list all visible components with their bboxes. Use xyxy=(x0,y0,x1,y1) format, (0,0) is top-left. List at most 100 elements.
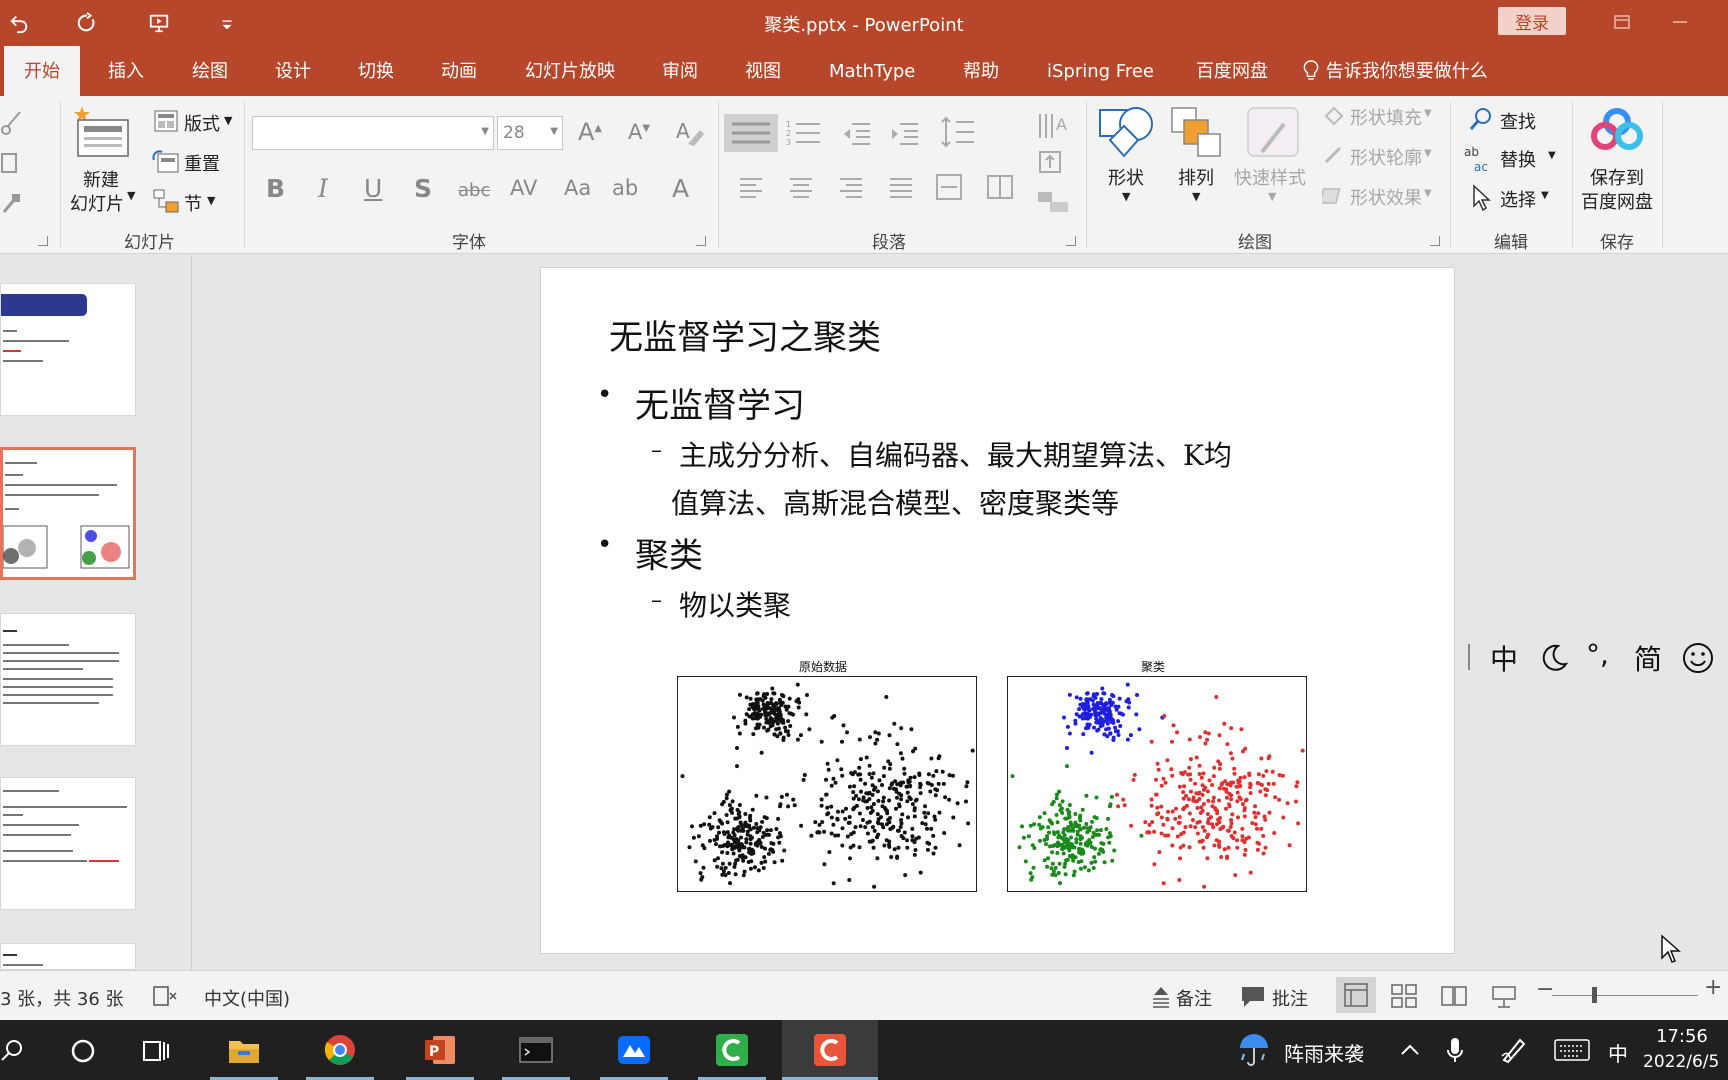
section-icon[interactable] xyxy=(152,188,180,214)
line-spacing-icon[interactable] xyxy=(940,116,976,148)
format-painter-icon[interactable] xyxy=(0,190,22,216)
zoom-in-button[interactable]: + xyxy=(1704,975,1722,1000)
tab-view[interactable]: 视图 xyxy=(745,46,781,96)
touch-keyboard-icon[interactable] xyxy=(1554,1038,1590,1062)
save-to-baidu-label[interactable]: 保存到 xyxy=(1590,164,1644,190)
new-slide-label[interactable]: 新建 xyxy=(83,166,119,192)
tell-me-box[interactable]: 告诉我你想要做什么 xyxy=(1302,46,1488,96)
search-icon[interactable] xyxy=(0,1038,26,1064)
bullet-unsupervised-learning[interactable]: 无监督学习 xyxy=(635,378,805,427)
taskbar-camtasia-recorder[interactable] xyxy=(782,1020,878,1080)
scatter-plot-raw-data[interactable] xyxy=(677,676,977,892)
zoom-out-button[interactable]: − xyxy=(1536,977,1554,1002)
login-button[interactable]: 登录 xyxy=(1498,7,1566,35)
tab-help[interactable]: 帮助 xyxy=(963,46,999,96)
chevron-down-icon[interactable]: ▼ xyxy=(550,126,558,137)
cortana-icon[interactable] xyxy=(70,1038,96,1064)
quick-styles-dropdown-icon[interactable]: ▼ xyxy=(1268,190,1276,203)
numbering-icon[interactable]: 123 xyxy=(786,118,826,148)
accessibility-check-icon[interactable] xyxy=(152,985,178,1007)
clock-time[interactable]: 17:56 xyxy=(1656,1026,1708,1047)
cut-icon[interactable] xyxy=(0,110,22,136)
shape-fill-button[interactable]: 形状填充 xyxy=(1350,104,1422,130)
sub-bullet-methods-line2[interactable]: 值算法、高斯混合模型、密度聚类等 xyxy=(671,482,1119,522)
select-dropdown-icon[interactable]: ▼ xyxy=(1541,190,1549,201)
clear-formatting-icon[interactable]: A xyxy=(672,116,704,148)
slide-thumbnail[interactable] xyxy=(0,613,136,746)
layout-icon[interactable] xyxy=(154,110,178,132)
cursor-select-icon[interactable] xyxy=(1470,184,1492,212)
taskbar-camtasia-green[interactable] xyxy=(692,1020,772,1080)
baidu-netdisk-icon[interactable] xyxy=(1590,106,1644,152)
distributed-icon[interactable] xyxy=(934,172,964,202)
umbrella-weather-icon[interactable] xyxy=(1236,1032,1272,1068)
clipboard-launcher-icon[interactable] xyxy=(38,236,48,246)
slideshow-view-icon[interactable] xyxy=(1490,983,1518,1009)
align-text-icon[interactable] xyxy=(1036,148,1072,176)
shape-effects-icon[interactable] xyxy=(1322,184,1346,206)
find-button[interactable]: 查找 xyxy=(1500,108,1536,134)
align-center-icon[interactable] xyxy=(788,176,814,198)
chevron-down-icon[interactable]: ▼ xyxy=(481,126,489,137)
font-name-combobox[interactable]: ▼ xyxy=(252,116,494,150)
increase-indent-icon[interactable] xyxy=(890,120,920,146)
slide-thumbnail[interactable] xyxy=(0,283,136,416)
align-left-icon[interactable] xyxy=(738,176,764,198)
ime-lang-toggle[interactable]: 中 xyxy=(1490,638,1518,678)
reset-icon[interactable] xyxy=(152,150,180,174)
strikethrough-icon[interactable]: abc xyxy=(458,180,490,201)
taskbar-chrome[interactable] xyxy=(300,1020,380,1080)
ime-punctuation-toggle[interactable]: °, xyxy=(1586,638,1609,671)
comments-button[interactable]: 批注 xyxy=(1272,985,1308,1011)
align-right-icon[interactable] xyxy=(838,176,864,198)
emoji-icon[interactable] xyxy=(1680,640,1716,676)
highlight-icon[interactable]: ab xyxy=(612,176,638,200)
italic-icon[interactable]: I xyxy=(318,174,328,203)
microphone-icon[interactable] xyxy=(1446,1036,1464,1064)
language-indicator[interactable]: 中文(中国) xyxy=(204,985,290,1011)
tab-insert[interactable]: 插入 xyxy=(108,46,144,96)
save-to-baidu-label-2[interactable]: 百度网盘 xyxy=(1581,188,1653,214)
taskbar-terminal[interactable] xyxy=(496,1020,576,1080)
slide-thumbnail[interactable] xyxy=(0,777,136,910)
font-launcher-icon[interactable] xyxy=(696,236,706,246)
decrease-indent-icon[interactable] xyxy=(842,120,872,146)
increase-font-size-icon[interactable]: A▲ xyxy=(578,118,602,146)
font-color-icon[interactable]: A xyxy=(672,174,689,203)
slide-thumbnails-pane[interactable] xyxy=(0,255,192,970)
shapes-icon[interactable] xyxy=(1098,104,1156,160)
tab-mathtype[interactable]: MathType xyxy=(829,46,915,96)
select-button[interactable]: 选择 xyxy=(1500,186,1536,212)
arrange-dropdown-icon[interactable]: ▼ xyxy=(1192,190,1200,203)
tab-animations[interactable]: 动画 xyxy=(441,46,477,96)
character-spacing-icon[interactable]: AV xyxy=(510,176,537,200)
convert-to-smartart-icon[interactable] xyxy=(1036,188,1072,216)
tab-draw[interactable]: 绘图 xyxy=(192,46,228,96)
ribbon-display-icon[interactable] xyxy=(1608,10,1636,34)
taskbar-powerpoint[interactable]: P xyxy=(400,1020,480,1080)
chevron-up-icon[interactable] xyxy=(1398,1040,1422,1060)
shape-effects-button[interactable]: 形状效果 xyxy=(1350,184,1422,210)
clock-date[interactable]: 2022/6/5 xyxy=(1643,1052,1719,1072)
new-slide-label-2[interactable]: 幻灯片 xyxy=(70,190,124,216)
section-button[interactable]: 节 xyxy=(184,190,202,216)
replace-dropdown-icon[interactable]: ▼ xyxy=(1548,150,1556,161)
ime-drag-handle[interactable] xyxy=(1468,644,1470,670)
copy-icon[interactable] xyxy=(0,150,22,176)
sub-bullet-birds-of-a-feather[interactable]: 物以类聚 xyxy=(679,584,791,624)
notes-button[interactable]: 备注 xyxy=(1176,985,1212,1011)
zoom-slider-thumb[interactable] xyxy=(1592,987,1597,1003)
notes-icon[interactable] xyxy=(1150,985,1172,1009)
reading-view-icon[interactable] xyxy=(1440,983,1468,1009)
new-slide-icon[interactable] xyxy=(72,104,132,160)
quick-styles-button[interactable]: 快速样式 xyxy=(1234,164,1306,190)
shape-outline-button[interactable]: 形状轮廓 xyxy=(1350,144,1422,170)
normal-view-button[interactable] xyxy=(1336,977,1376,1013)
shape-effects-dropdown-icon[interactable]: ▼ xyxy=(1424,188,1432,199)
layout-button[interactable]: 版式 xyxy=(184,110,220,136)
taskbar-tencent-meeting[interactable] xyxy=(594,1020,674,1080)
half-width-moon-icon[interactable] xyxy=(1538,642,1570,674)
shape-fill-dropdown-icon[interactable]: ▼ xyxy=(1424,108,1432,119)
section-dropdown-icon[interactable]: ▼ xyxy=(207,194,215,207)
taskbar-file-explorer[interactable] xyxy=(204,1020,284,1080)
